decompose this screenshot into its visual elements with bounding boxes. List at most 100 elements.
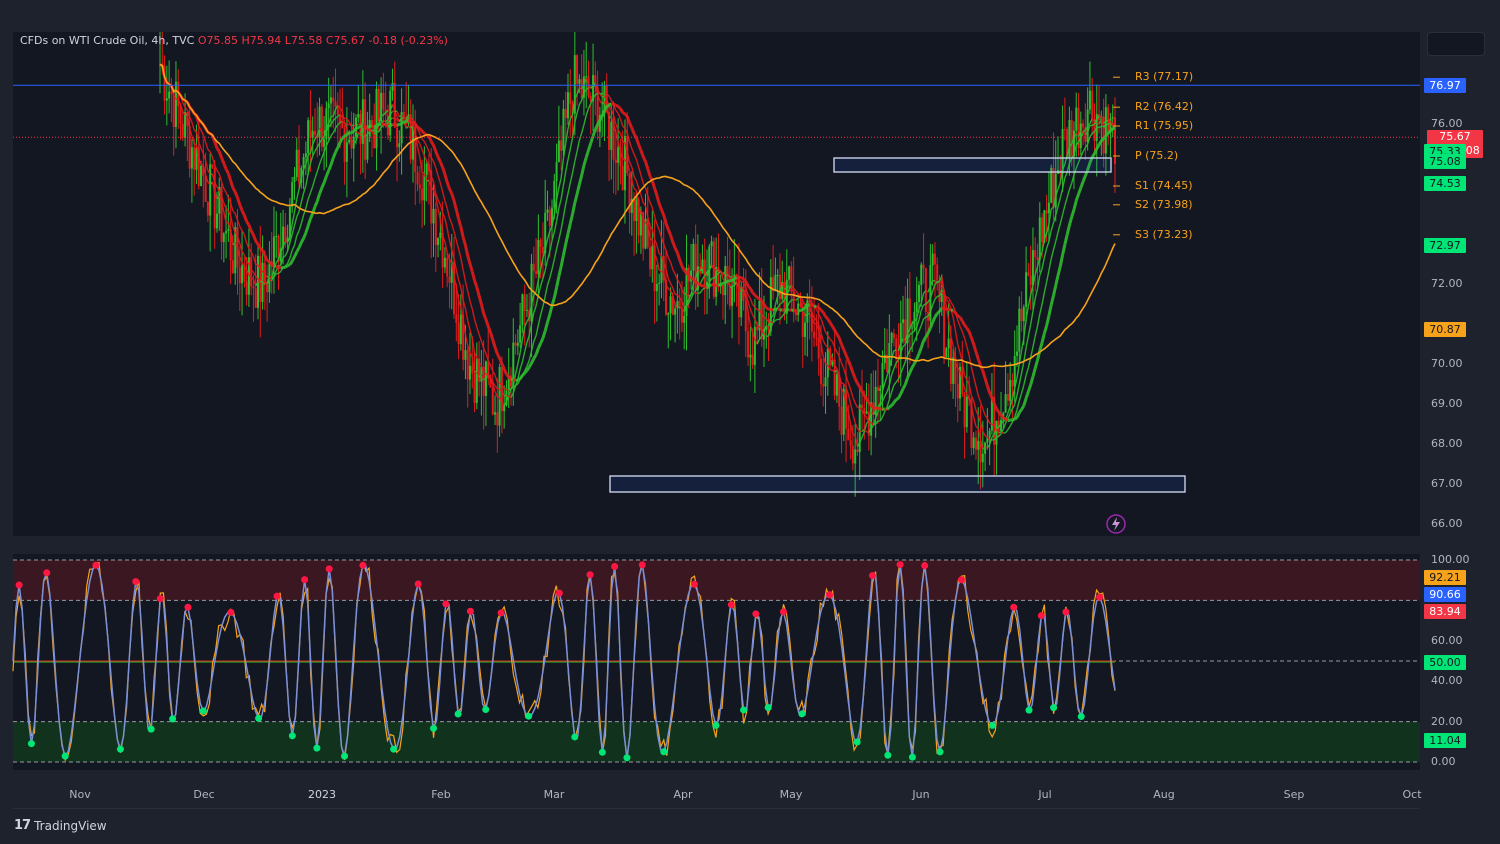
candle-body	[309, 120, 312, 138]
time-tick-label: Dec	[193, 788, 215, 801]
ma-ribbon-segment	[1020, 404, 1026, 411]
ma-ribbon-segment	[637, 143, 643, 151]
ma-ribbon-segment	[352, 127, 358, 133]
candle-body	[261, 262, 264, 302]
ma-ribbon-segment	[487, 375, 491, 378]
ma-ribbon-segment	[890, 401, 896, 407]
osc-badge: 11.04	[1424, 733, 1466, 748]
candle-body	[241, 265, 244, 284]
ma-ribbon-segment	[256, 243, 262, 250]
ma-ribbon-segment	[844, 354, 850, 362]
pivot-label: R3 (77.17)	[1135, 70, 1194, 84]
candle-body	[525, 309, 528, 311]
candle-body	[225, 230, 228, 234]
candle-body	[359, 114, 362, 144]
candle-body	[692, 243, 695, 271]
ma-ribbon-segment	[901, 383, 907, 390]
ma-ribbon-segment	[683, 269, 688, 275]
candle-body	[498, 367, 501, 426]
ma-ribbon-segment	[952, 309, 957, 314]
candle-body	[824, 377, 827, 387]
ma-ribbon-segment	[954, 311, 959, 317]
candle-body	[1050, 167, 1053, 203]
overbought-dot	[43, 569, 51, 577]
oversold-dot	[27, 740, 35, 748]
pivot-label: S2 (73.98)	[1135, 197, 1193, 211]
candle-body	[341, 122, 344, 129]
ma-ribbon-segment	[811, 303, 815, 308]
candle-body	[1006, 394, 1009, 401]
candle-body	[496, 412, 499, 426]
candle-body	[658, 282, 661, 284]
ma-ribbon-segment	[297, 241, 303, 249]
candle-body	[562, 108, 565, 151]
candle-body	[917, 284, 920, 302]
candle-body	[1015, 351, 1018, 356]
candle-body	[840, 406, 843, 435]
ma-ribbon-segment	[731, 275, 735, 278]
candle-body	[1027, 272, 1030, 276]
ma-ribbon-segment	[967, 331, 973, 339]
overbought-dot	[1096, 593, 1104, 601]
candle-body	[421, 188, 424, 201]
time-tick-label: Oct	[1402, 788, 1422, 801]
ma-ribbon-segment	[922, 336, 928, 342]
candle-body	[475, 358, 478, 403]
ma-ribbon-segment	[671, 241, 677, 249]
candle-body	[854, 449, 857, 464]
candle-body	[357, 114, 360, 118]
ma-ribbon-segment	[742, 277, 747, 283]
candle-body	[172, 93, 175, 128]
ma-ribbon-segment	[302, 232, 308, 239]
oversold-dot	[908, 753, 916, 761]
candle-body	[423, 175, 426, 201]
time-tick-label: Jun	[912, 788, 930, 801]
symbol-legend[interactable]: CFDs on WTI Crude Oil, 4h, TVC O75.85 H7…	[20, 34, 448, 47]
ma-ribbon-segment	[846, 359, 852, 367]
ma-ribbon-segment	[926, 327, 932, 334]
oversold-dot	[884, 751, 892, 759]
oversold-dot	[430, 724, 438, 732]
chart-canvas[interactable]	[0, 0, 1500, 844]
ma-ribbon-segment	[687, 274, 693, 280]
ma-ribbon-segment	[596, 119, 602, 126]
ma-ribbon-segment	[503, 394, 507, 397]
ma-ribbon-segment	[416, 125, 421, 130]
overbought-dot	[227, 608, 235, 616]
toolbar-button[interactable]	[1427, 32, 1485, 56]
ma-ribbon-segment	[762, 303, 768, 309]
oversold-dot	[288, 732, 296, 740]
candle-body	[464, 350, 467, 360]
ma-ribbon-segment	[788, 308, 792, 312]
ma-ribbon-segment	[295, 247, 301, 253]
candle-body	[332, 97, 335, 102]
price-tick-label: 76.00	[1431, 117, 1463, 130]
candle-body	[851, 445, 854, 464]
candle-body	[471, 365, 474, 374]
ma-ribbon-segment	[729, 278, 733, 283]
candle-body	[1104, 107, 1107, 154]
ma-ribbon-segment	[870, 404, 875, 410]
candle-body	[1036, 257, 1039, 261]
ma-ribbon-segment	[346, 131, 351, 136]
ma-ribbon-segment	[984, 435, 988, 438]
ma-ribbon-segment	[517, 377, 521, 382]
time-tick-label: Aug	[1153, 788, 1175, 801]
price-badge: 70.87	[1424, 322, 1466, 338]
candle-body	[635, 199, 638, 221]
candle-body	[238, 267, 241, 284]
ma-ribbon-segment	[373, 124, 378, 129]
ma-ribbon-segment	[1104, 132, 1110, 138]
osc-tick-label: 0.00	[1431, 755, 1456, 768]
support-resistance-zone	[833, 157, 1112, 173]
tradingview-brand[interactable]: 17 TradingView	[14, 818, 107, 833]
ma-ribbon-segment	[249, 230, 255, 236]
candle-body	[227, 229, 230, 231]
candle-body	[473, 373, 476, 403]
oversold-dot	[313, 744, 321, 752]
candle-body	[715, 267, 718, 297]
candle-body	[521, 294, 524, 326]
candle-body	[861, 404, 864, 409]
candle-body	[272, 236, 275, 267]
overbought-dot	[442, 600, 450, 608]
